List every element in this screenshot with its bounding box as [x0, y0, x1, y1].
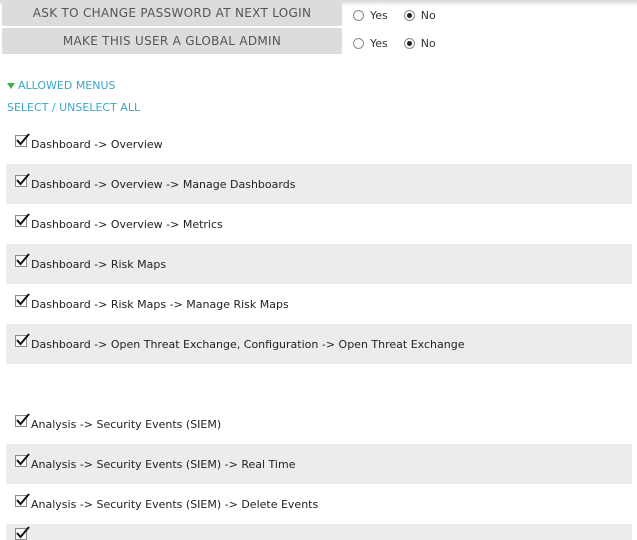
menu-checkbox[interactable]	[15, 413, 30, 427]
option-label: MAKE THIS USER A GLOBAL ADMIN	[2, 28, 342, 54]
menu-label: Dashboard -> Risk Maps -> Manage Risk Ma…	[31, 297, 289, 311]
menu-item: Dashboard -> Risk Maps	[6, 244, 632, 284]
allowed-menus-title: ALLOWED MENUS	[18, 79, 116, 92]
radio-group: Yes No	[353, 2, 452, 28]
menu-checkbox[interactable]	[15, 253, 30, 267]
menu-label: Analysis -> Security Events (SIEM) -> De…	[31, 497, 319, 511]
menu-item: Analysis -> Security Events (SIEM) -> Re…	[6, 444, 632, 484]
option-row-change-password: ASK TO CHANGE PASSWORD AT NEXT LOGIN Yes…	[0, 0, 637, 26]
option-row-global-admin: MAKE THIS USER A GLOBAL ADMIN Yes No	[0, 28, 637, 54]
menu-item: Dashboard -> Overview -> Manage Dashboar…	[6, 164, 632, 204]
menu-checkbox[interactable]	[15, 133, 30, 147]
menu-label: Dashboard -> Open Threat Exchange, Confi…	[31, 337, 465, 351]
menu-item: Analysis -> Security Events (SIEM) -> De…	[6, 484, 632, 524]
menu-checkbox[interactable]	[15, 213, 30, 227]
radio-yes[interactable]	[353, 37, 364, 49]
radio-yes-label: Yes	[370, 8, 388, 22]
menu-label: Analysis -> Security Events (SIEM) -> Re…	[31, 457, 296, 471]
menu-item: Dashboard -> Overview -> Metrics	[6, 204, 632, 244]
menu-item: Analysis -> Security Events (SIEM)	[6, 404, 632, 444]
menu-item: Dashboard -> Overview	[6, 124, 632, 164]
option-label: ASK TO CHANGE PASSWORD AT NEXT LOGIN	[2, 0, 342, 26]
radio-group: Yes No	[353, 30, 452, 56]
menu-checkbox[interactable]	[15, 333, 30, 347]
menu-checkbox[interactable]	[15, 526, 30, 540]
menu-label: Dashboard -> Overview	[31, 137, 163, 151]
menu-checkbox[interactable]	[15, 293, 30, 307]
radio-no-label: No	[420, 8, 436, 22]
menu-label: Dashboard -> Overview -> Manage Dashboar…	[31, 177, 296, 191]
menu-label: Dashboard -> Overview -> Metrics	[31, 217, 223, 231]
menu-item	[6, 524, 632, 540]
menu-item: Dashboard -> Risk Maps -> Manage Risk Ma…	[6, 284, 632, 324]
select-unselect-all-link[interactable]: SELECT / UNSELECT ALL	[7, 101, 140, 114]
menu-label: Dashboard -> Risk Maps	[31, 257, 167, 271]
menu-checkbox[interactable]	[15, 493, 30, 507]
radio-no[interactable]	[403, 37, 415, 49]
menu-label: Analysis -> Security Events (SIEM)	[31, 417, 222, 431]
triangle-down-icon	[7, 82, 15, 89]
radio-no-label: No	[420, 36, 436, 50]
radio-yes-label: Yes	[370, 36, 388, 50]
radio-no[interactable]	[403, 9, 415, 21]
radio-yes[interactable]	[353, 9, 364, 21]
allowed-menus-toggle[interactable]: ALLOWED MENUS	[7, 79, 116, 92]
menu-checkbox[interactable]	[15, 173, 30, 187]
menu-item: Dashboard -> Open Threat Exchange, Confi…	[6, 324, 632, 364]
menu-checkbox[interactable]	[15, 453, 30, 467]
